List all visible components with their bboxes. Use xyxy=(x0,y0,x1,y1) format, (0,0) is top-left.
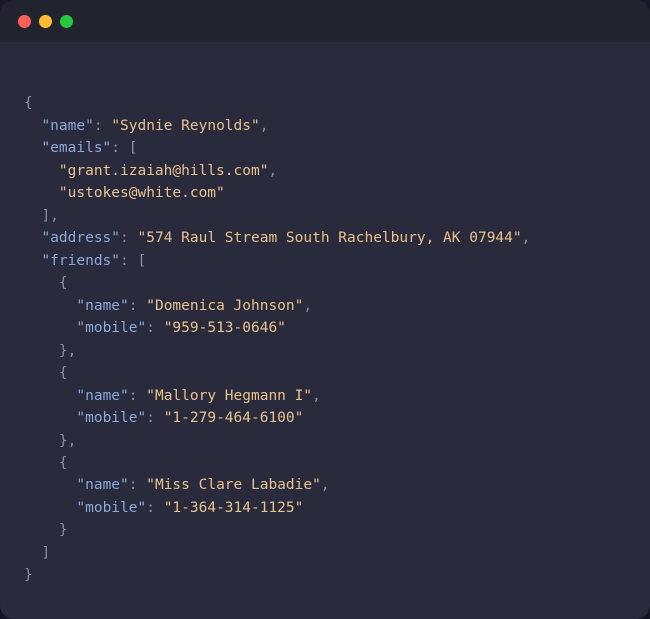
json-string: "grant.izaiah@hills.com" xyxy=(59,163,269,179)
minimize-icon[interactable] xyxy=(39,15,52,28)
zoom-icon[interactable] xyxy=(60,15,73,28)
json-string: "1-364-314-1125" xyxy=(164,500,304,516)
json-string: "Sydnie Reynolds" xyxy=(111,118,259,134)
comma: , xyxy=(312,388,321,404)
colon: : xyxy=(146,410,163,426)
colon: : xyxy=(129,298,146,314)
json-string: "1-279-464-6100" xyxy=(164,410,304,426)
json-key: "name" xyxy=(41,118,93,134)
brace-close: } xyxy=(24,567,33,583)
colon: : xyxy=(120,253,137,269)
comma: , xyxy=(260,118,269,134)
colon: : xyxy=(120,230,137,246)
brace-open: { xyxy=(59,365,68,381)
bracket-close: ] xyxy=(41,545,50,561)
code-block: { "name": "Sydnie Reynolds", "emails": [… xyxy=(0,42,650,615)
colon: : xyxy=(146,320,163,336)
bracket-open: [ xyxy=(138,253,147,269)
bracket-close: ], xyxy=(41,208,58,224)
json-key: "friends" xyxy=(41,253,120,269)
comma: , xyxy=(522,230,531,246)
colon: : xyxy=(129,388,146,404)
comma: , xyxy=(303,298,312,314)
close-icon[interactable] xyxy=(18,15,31,28)
json-key: "emails" xyxy=(41,140,111,156)
json-string: "ustokes@white.com" xyxy=(59,185,225,201)
brace-open: { xyxy=(59,275,68,291)
json-key: "name" xyxy=(76,477,128,493)
json-string: "Domenica Johnson" xyxy=(146,298,303,314)
brace-close: } xyxy=(59,522,68,538)
comma: , xyxy=(268,163,277,179)
brace-open: { xyxy=(24,95,33,111)
titlebar xyxy=(0,0,650,42)
json-key: "name" xyxy=(76,388,128,404)
colon: : xyxy=(111,140,128,156)
colon: : xyxy=(146,500,163,516)
colon: : xyxy=(129,477,146,493)
json-key: "name" xyxy=(76,298,128,314)
bracket-open: [ xyxy=(129,140,138,156)
brace-close: }, xyxy=(59,343,76,359)
code-window: { "name": "Sydnie Reynolds", "emails": [… xyxy=(0,0,650,619)
colon: : xyxy=(94,118,111,134)
json-key: "mobile" xyxy=(76,320,146,336)
json-key: "address" xyxy=(41,230,120,246)
json-string: "Miss Clare Labadie" xyxy=(146,477,321,493)
brace-close: }, xyxy=(59,433,76,449)
json-string: "Mallory Hegmann I" xyxy=(146,388,312,404)
json-key: "mobile" xyxy=(76,410,146,426)
brace-open: { xyxy=(59,455,68,471)
comma: , xyxy=(321,477,330,493)
json-string: "574 Raul Stream South Rachelbury, AK 07… xyxy=(138,230,522,246)
json-key: "mobile" xyxy=(76,500,146,516)
json-string: "959-513-0646" xyxy=(164,320,286,336)
